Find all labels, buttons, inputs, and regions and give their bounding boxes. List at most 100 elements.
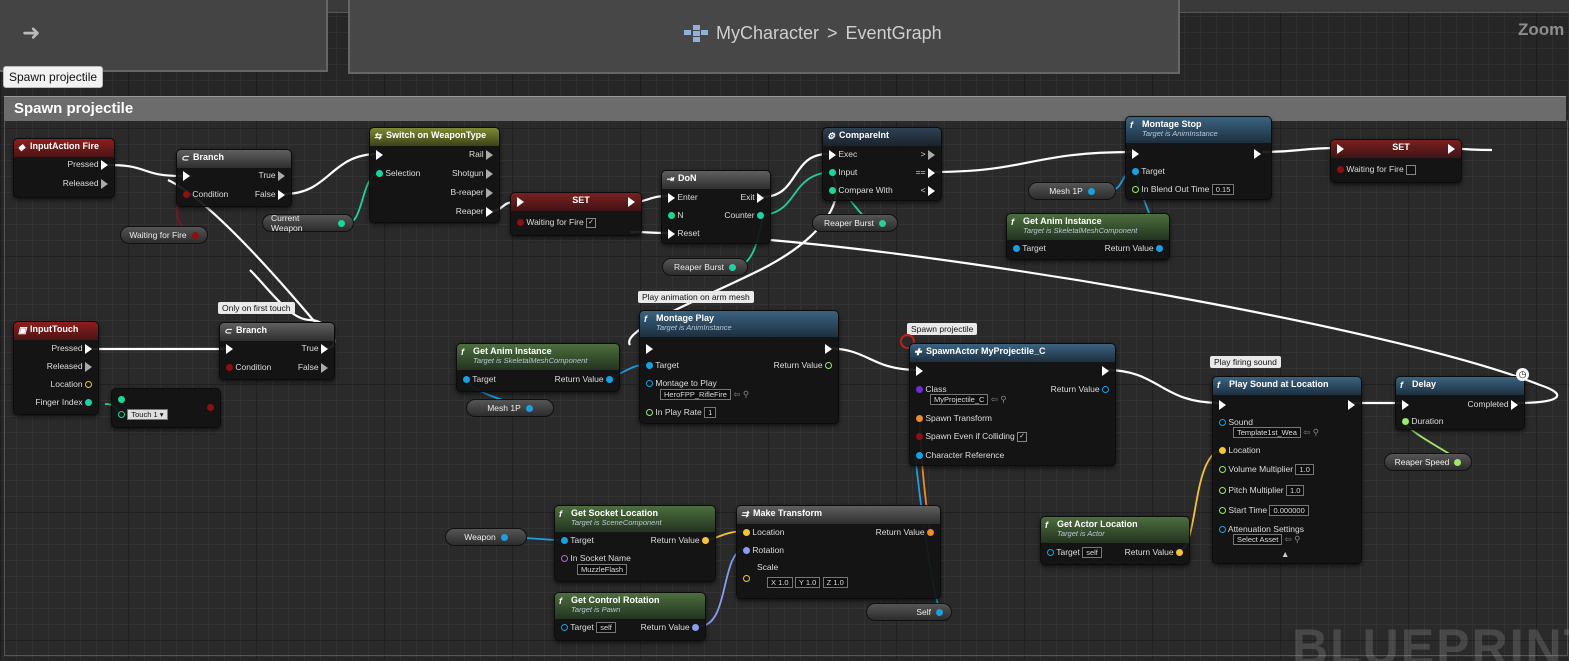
blueprint-graph-canvas[interactable]: ➜ MyCharacter > EventGraph Zoom Spawn pr…: [0, 0, 1569, 661]
pin-spawn-even-if-colliding[interactable]: Spawn Even if Colliding ✓: [916, 431, 1028, 442]
pin-return[interactable]: Return Value: [651, 535, 709, 545]
collapse-arrow-icon[interactable]: ▲: [1281, 549, 1289, 559]
play-rate-input[interactable]: 1: [704, 407, 717, 419]
pin-spawn-transform[interactable]: Spawn Transform: [916, 413, 992, 423]
pin-exec-out[interactable]: [825, 343, 832, 354]
start-time-input[interactable]: 0.000000: [1269, 505, 1309, 517]
node-montage-stop[interactable]: f Montage Stop Target is AnimInstance Ta…: [1125, 116, 1272, 200]
arrow-left-icon[interactable]: ⇦: [1303, 427, 1310, 437]
pin-exec-out[interactable]: [628, 196, 635, 207]
var-current-weapon[interactable]: Current Weapon: [262, 213, 354, 233]
pin-duration[interactable]: Duration: [1402, 416, 1444, 426]
pin-rail[interactable]: Rail: [469, 149, 493, 160]
pin-exec-in[interactable]: [1219, 399, 1226, 410]
pin-exec-in[interactable]: [1132, 148, 1139, 159]
pin-target[interactable]: Target: [463, 374, 496, 384]
pin-exec-in[interactable]: [1337, 143, 1344, 154]
pin-target[interactable]: Target self: [561, 622, 616, 634]
pin-exec-out[interactable]: [1448, 143, 1455, 154]
pin-exec-in[interactable]: [517, 196, 524, 207]
var-reaper-burst[interactable]: Reaper Burst: [812, 214, 898, 232]
comment-box-header[interactable]: Spawn projectile: [4, 96, 1566, 121]
pin-location[interactable]: Location: [50, 379, 92, 389]
pin-equal[interactable]: ==: [916, 167, 935, 178]
checkbox-unchecked[interactable]: [1406, 164, 1417, 175]
scale-x-input[interactable]: X 1.0: [767, 577, 793, 589]
blend-out-time-input[interactable]: 0.15: [1211, 184, 1235, 196]
var-mesh-1p[interactable]: Mesh 1P: [466, 399, 554, 417]
pin-exec-in[interactable]: [376, 149, 383, 160]
pin-completed[interactable]: Completed: [1468, 399, 1518, 410]
node-input-action-fire[interactable]: ◆ InputAction Fire Pressed Released: [13, 138, 115, 198]
pin-condition[interactable]: Condition: [226, 362, 271, 372]
pin-b-reaper[interactable]: B-reaper: [451, 187, 493, 198]
class-select[interactable]: MyProjectile_C ⇦ ⚲: [930, 394, 1007, 406]
node-branch-2[interactable]: ⊂ Branch Condition True False: [219, 322, 335, 380]
sound-asset-select[interactable]: Template1st_Wea ⇦ ⚲: [1233, 427, 1319, 439]
pin-return[interactable]: Return Value: [876, 527, 934, 537]
pin-target[interactable]: Target: [1013, 243, 1046, 253]
var-mesh-1p[interactable]: Mesh 1P: [1028, 182, 1116, 200]
pin-input[interactable]: Input: [829, 167, 857, 177]
pin-pressed[interactable]: Pressed: [67, 159, 108, 170]
pin-greater[interactable]: >: [921, 149, 935, 160]
var-weapon[interactable]: Weapon: [445, 528, 527, 546]
pin-target[interactable]: Target: [561, 535, 594, 545]
search-icon[interactable]: ⚲: [1294, 534, 1300, 544]
attenuation-select[interactable]: Select Asset ⇦ ⚲: [1233, 534, 1300, 546]
pin-less[interactable]: <: [921, 185, 935, 196]
node-play-sound-at-location[interactable]: f Play Sound at Location Sound Template1…: [1212, 376, 1362, 564]
scale-z-input[interactable]: Z 1.0: [822, 577, 848, 589]
pin-exit[interactable]: Exit: [740, 192, 764, 203]
node-get-anim-instance-2[interactable]: f Get Anim Instance Target is SkeletalMe…: [456, 343, 620, 392]
socket-name-input[interactable]: MuzzleFlash: [577, 564, 628, 576]
pin-enter[interactable]: Enter: [668, 192, 698, 203]
checkbox-checked[interactable]: ✓: [586, 217, 597, 228]
node-delay[interactable]: f Delay Completed Duration: [1395, 376, 1525, 430]
search-icon[interactable]: ⚲: [1000, 394, 1006, 404]
checkbox-checked[interactable]: ✓: [1017, 431, 1028, 442]
pin-volume[interactable]: Volume Multiplier 1.0: [1219, 464, 1314, 476]
pin-compare-with[interactable]: Compare With: [829, 185, 893, 195]
pin-return[interactable]: Return Value: [641, 622, 699, 632]
pin-blend-out[interactable]: In Blend Out Time 0.15: [1132, 184, 1235, 196]
arrow-right-icon[interactable]: ➜: [22, 22, 44, 44]
pin-target[interactable]: Target: [1132, 166, 1165, 176]
var-waiting-for-fire[interactable]: Waiting for Fire: [120, 226, 208, 244]
scale-fields[interactable]: X 1.0 Y 1.0 Z 1.0: [767, 577, 848, 589]
pin-montage-to-play[interactable]: Montage to Play: [646, 378, 717, 388]
pin-exec-out[interactable]: [1254, 148, 1261, 159]
pin-scale[interactable]: [743, 573, 750, 583]
node-get-actor-location[interactable]: f Get Actor Location Target is Actor Tar…: [1040, 516, 1190, 565]
pin-return[interactable]: Return Value: [1125, 547, 1183, 557]
var-reaper-speed[interactable]: Reaper Speed: [1384, 453, 1472, 471]
node-get-socket-location[interactable]: f Get Socket Location Target is SceneCom…: [554, 505, 716, 582]
pin-return[interactable]: Return Value: [555, 374, 613, 384]
pin-target[interactable]: Target self: [1047, 547, 1102, 559]
node-equal-enum[interactable]: Touch 1 ▾: [111, 388, 221, 428]
pin-class[interactable]: Class: [916, 384, 947, 394]
pin-return[interactable]: Return Value: [1051, 384, 1109, 394]
node-do-n[interactable]: ⇥ DoN Enter N Reset Exit Counter: [661, 170, 771, 244]
node-montage-play[interactable]: f Montage Play Target is AnimInstance Ta…: [639, 310, 839, 424]
pin-play-rate[interactable]: In Play Rate 1: [646, 407, 717, 419]
search-icon[interactable]: ⚲: [743, 389, 749, 399]
pin-b[interactable]: Touch 1 ▾: [118, 409, 168, 421]
node-set-waiting-for-fire[interactable]: SET Waiting for Fire ✓: [510, 192, 642, 236]
pin-waiting-for-fire[interactable]: Waiting for Fire ✓: [517, 217, 597, 228]
pin-location[interactable]: Location: [1219, 445, 1261, 455]
pin-a[interactable]: [118, 394, 125, 404]
pin-reaper[interactable]: Reaper: [456, 206, 493, 217]
pin-released[interactable]: Released: [47, 361, 92, 372]
node-input-touch[interactable]: ▣ InputTouch Pressed Released Location F…: [13, 321, 99, 415]
pin-selection[interactable]: Selection: [376, 168, 420, 178]
pin-pitch[interactable]: Pitch Multiplier 1.0: [1219, 485, 1305, 497]
var-self[interactable]: Self: [866, 603, 952, 621]
pitch-input[interactable]: 1.0: [1286, 485, 1305, 497]
node-get-anim-instance[interactable]: f Get Anim Instance Target is SkeletalMe…: [1006, 213, 1170, 260]
arrow-left-icon[interactable]: ⇦: [991, 394, 998, 404]
pin-target[interactable]: Target: [646, 360, 679, 370]
node-spawn-actor[interactable]: ✚ SpawnActor MyProjectile_C Class MyProj…: [909, 343, 1116, 466]
pin-finger-index[interactable]: Finger Index: [35, 397, 92, 407]
pin-exec-in[interactable]: [916, 365, 923, 376]
